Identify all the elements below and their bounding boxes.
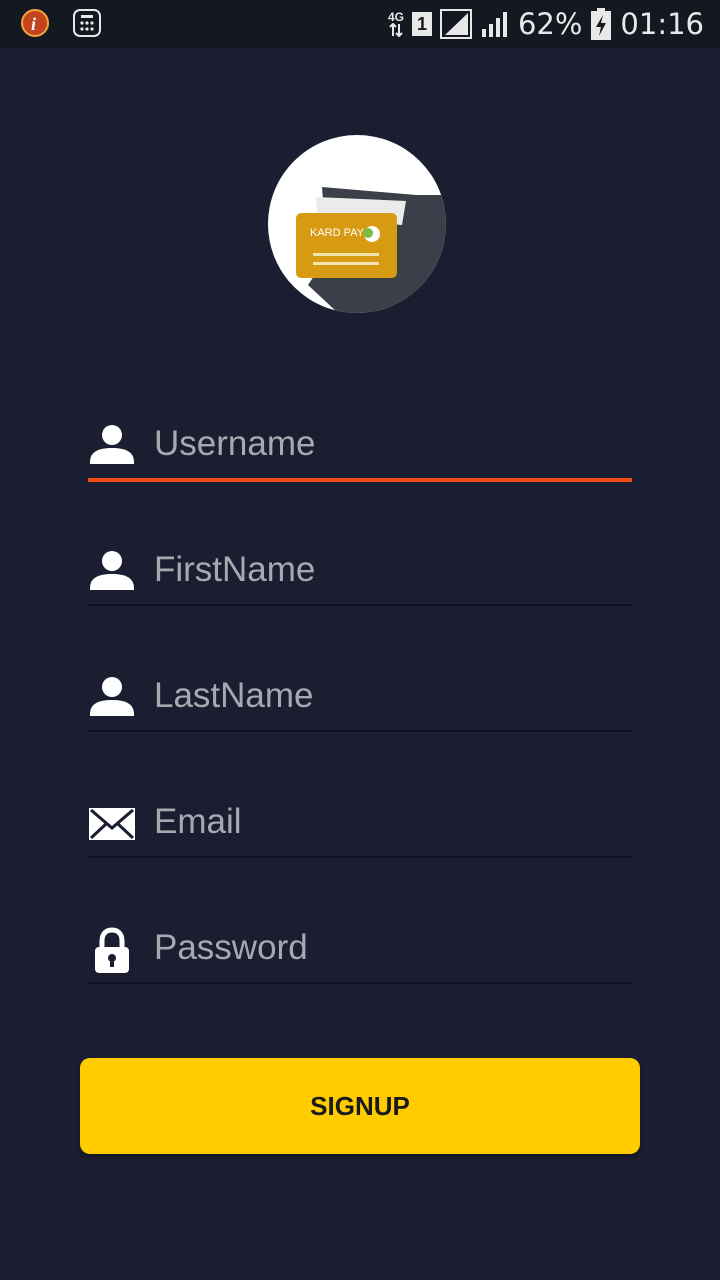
battery-percentage: 62% [517, 7, 583, 41]
signal-strength-icon [439, 9, 472, 39]
calculator-notification-icon [72, 8, 102, 43]
app-logo: KARD PAY [268, 135, 446, 313]
email-input[interactable] [154, 792, 614, 852]
lock-icon [88, 926, 136, 974]
app-notification-icon: i [20, 8, 50, 43]
person-icon [88, 674, 136, 722]
person-icon [88, 548, 136, 596]
envelope-icon [88, 800, 136, 848]
clock: 01:16 [620, 7, 704, 41]
lastname-input[interactable] [154, 666, 614, 726]
svg-text:i: i [31, 14, 36, 34]
logo-brand-text: KARD PAY [310, 227, 364, 239]
username-input[interactable] [154, 414, 614, 474]
sim-slot-badge: 1 [411, 12, 432, 36]
lastname-field[interactable] [88, 666, 632, 732]
card-shape [296, 213, 397, 278]
password-field[interactable] [88, 918, 632, 984]
email-field[interactable] [88, 792, 632, 858]
signal-strength-secondary-icon [481, 12, 507, 37]
firstname-field[interactable] [88, 540, 632, 606]
network-type-label: 4G [387, 10, 404, 24]
network-type-indicator: 4G [388, 11, 404, 37]
person-icon [88, 422, 136, 470]
username-field[interactable] [88, 414, 632, 482]
firstname-input[interactable] [154, 540, 614, 600]
signup-button[interactable]: SIGNUP [80, 1058, 640, 1154]
password-input[interactable] [154, 918, 614, 978]
battery-charging-icon [591, 8, 612, 40]
status-bar: i 4G 1 62% 01:16 [0, 0, 720, 48]
data-arrows-icon [389, 23, 403, 37]
